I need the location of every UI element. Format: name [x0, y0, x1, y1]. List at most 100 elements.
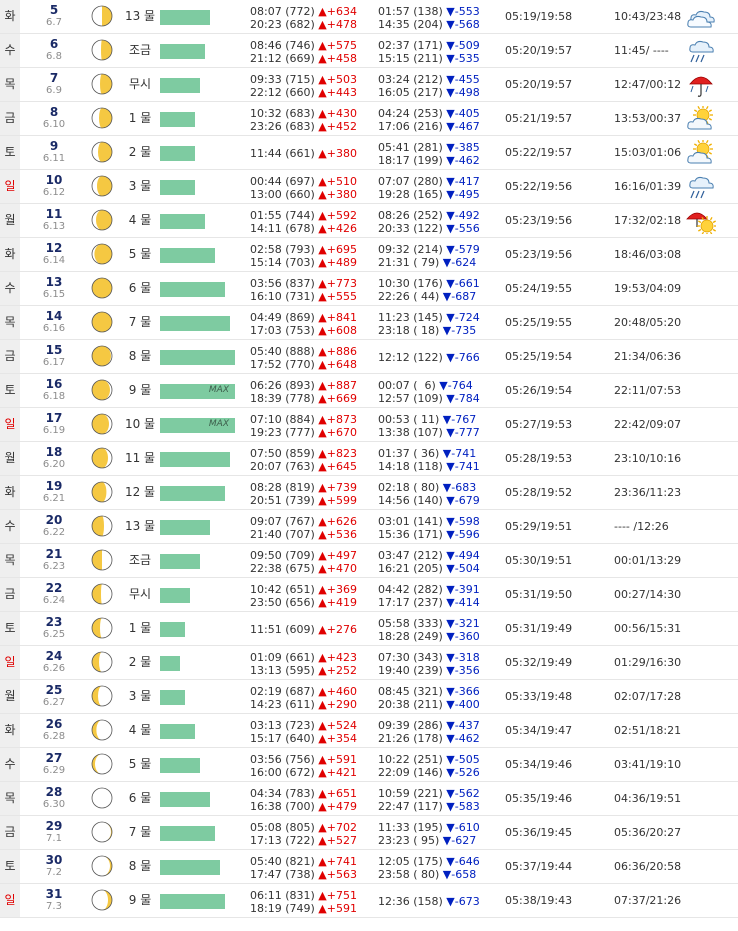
low-tide-2-diff: ▼-583	[446, 800, 480, 813]
date-cell: 14 6.16	[30, 309, 78, 335]
low-tide-1: 12:05 (175)	[378, 855, 447, 868]
date-cell: 12 6.14	[30, 241, 78, 267]
table-row: 수 27 6.29 5 물 03:56 (756) ▲+591 16:00 (6…	[0, 748, 738, 782]
weekday-cell: 일	[0, 170, 20, 203]
low-tide-cell: 10:59 (221) ▼-562 22:47 (117) ▼-583	[378, 787, 480, 813]
high-tide-2-diff: ▲+527	[318, 834, 357, 847]
high-tide-1: 08:07 (772)	[250, 5, 319, 18]
tide-strength-bar: MAX	[160, 418, 235, 433]
high-tide-1-diff: ▲+773	[318, 277, 357, 290]
tide-name: 3 물	[128, 179, 152, 193]
low-tide-1-diff: ▼-366	[446, 685, 480, 698]
date-cell: 20 6.22	[30, 513, 78, 539]
low-tide-1: 11:33 (195)	[378, 821, 447, 834]
tide-strength-bar	[160, 248, 215, 263]
moon-phase-icon	[91, 753, 113, 775]
weekday-cell: 일	[0, 646, 20, 679]
high-tide-2: 17:52 (770)	[250, 358, 319, 371]
high-tide-2-diff: ▲+458	[318, 52, 357, 65]
weekday-cell: 금	[0, 816, 20, 849]
low-tide-1: 02:37 (171)	[378, 39, 447, 52]
weekday-cell: 목	[0, 782, 20, 815]
date-cell: 30 7.2	[30, 853, 78, 879]
table-row: 토 30 7.2 8 물 05:40 (821) ▲+741 17:47 (73…	[0, 850, 738, 884]
high-tide-1-diff: ▲+841	[318, 311, 357, 324]
high-tide-cell: 02:19 (687) ▲+460 14:23 (611) ▲+290	[250, 685, 357, 711]
sunrise-sunset: 05:32/19:49	[505, 656, 573, 669]
low-tide-cell: 08:26 (252) ▼-492 20:33 (122) ▼-556	[378, 209, 480, 235]
tide-name: 6 물	[128, 281, 152, 295]
solar-date: 13	[45, 275, 63, 289]
table-row: 월 18 6.20 11 물 07:50 (859) ▲+823 20:07 (…	[0, 442, 738, 476]
low-tide-2-diff: ▼-556	[446, 222, 480, 235]
high-tide-1: 10:32 (683)	[250, 107, 319, 120]
moon-phase-icon	[91, 107, 113, 129]
solar-date: 22	[45, 581, 63, 595]
tide-strength-bar	[160, 826, 215, 841]
solar-date: 7	[49, 71, 59, 85]
low-tide-1-diff: ▼-683	[442, 481, 477, 494]
high-tide-1: 06:11 (831)	[250, 889, 319, 902]
high-tide-2: 18:39 (778)	[250, 392, 319, 405]
low-tide-cell: 04:42 (282) ▼-391 17:17 (237) ▼-414	[378, 583, 480, 609]
low-tide-2-diff: ▼-535	[446, 52, 480, 65]
high-tide-1-diff: ▲+510	[318, 175, 357, 188]
high-tide-1-diff: ▲+695	[318, 243, 357, 256]
sun-cloud-icon	[686, 139, 716, 166]
high-tide-2-diff: ▲+591	[318, 902, 357, 915]
low-tide-1: 10:59 (221)	[378, 787, 447, 800]
moon-phase-icon	[91, 583, 113, 605]
table-row: 월 11 6.13 4 물 01:55 (744) ▲+592 14:11 (6…	[0, 204, 738, 238]
low-tide-2: 23:23 ( 95)	[378, 834, 443, 847]
sunrise-sunset: 05:37/19:44	[505, 860, 573, 873]
date-cell: 25 6.27	[30, 683, 78, 709]
high-tide-2: 17:47 (738)	[250, 868, 319, 881]
low-tide-cell: 05:58 (333) ▼-321 18:28 (249) ▼-360	[378, 617, 480, 643]
weekday-cell: 일	[0, 408, 20, 441]
tide-strength-bar	[160, 690, 185, 705]
tide-strength-bar	[160, 486, 225, 501]
low-tide-2: 22:09 (146)	[378, 766, 447, 779]
high-tide-2-diff: ▲+252	[318, 664, 357, 677]
tide-strength-bar	[160, 146, 195, 161]
moonrise-moonset: 13:53/00:37	[614, 112, 682, 125]
low-tide-2: 14:18 (118)	[378, 460, 447, 473]
tide-name: 10 물	[124, 417, 156, 431]
low-tide-1-diff: ▼-417	[446, 175, 480, 188]
low-tide-cell: 12:36 (158) ▼-673	[378, 895, 480, 908]
high-tide-2: 17:13 (722)	[250, 834, 319, 847]
umbrella-icon	[686, 72, 716, 98]
solar-date: 11	[45, 207, 63, 221]
low-tide-cell: 02:37 (171) ▼-509 15:15 (211) ▼-535	[378, 39, 480, 65]
sunrise-sunset: 05:28/19:53	[505, 452, 573, 465]
tide-strength-bar: MAX	[160, 384, 235, 399]
high-tide-2: 16:38 (700)	[250, 800, 319, 813]
low-tide-1-diff: ▼-724	[446, 311, 480, 324]
moon-phase-icon	[91, 481, 113, 503]
low-tide-1: 05:58 (333)	[378, 617, 447, 630]
high-tide-1: 05:08 (805)	[250, 821, 319, 834]
high-tide-cell: 06:26 (893) ▲+887 18:39 (778) ▲+669	[250, 379, 357, 405]
low-tide-cell: 03:24 (212) ▼-455 16:05 (217) ▼-498	[378, 73, 480, 99]
lunar-date: 6.10	[42, 119, 66, 130]
low-tide-1-diff: ▼-509	[446, 39, 480, 52]
low-tide-cell: 11:33 (195) ▼-610 23:23 ( 95) ▼-627	[378, 821, 480, 847]
sunrise-sunset: 05:29/19:51	[505, 520, 573, 533]
high-tide-2: 18:19 (749)	[250, 902, 319, 915]
high-tide-2-diff: ▲+669	[318, 392, 357, 405]
high-tide-cell: 04:34 (783) ▲+651 16:38 (700) ▲+479	[250, 787, 357, 813]
moonrise-moonset: 16:16/01:39	[614, 180, 682, 193]
moon-phase-icon	[91, 243, 113, 265]
high-tide-1-diff: ▲+626	[318, 515, 357, 528]
high-tide-cell: 05:40 (821) ▲+741 17:47 (738) ▲+563	[250, 855, 357, 881]
low-tide-1-diff: ▼-492	[446, 209, 480, 222]
weekday-cell: 토	[0, 374, 20, 407]
high-tide-1-diff: ▲+591	[318, 753, 357, 766]
high-tide-1-diff: ▲+634	[318, 5, 357, 18]
low-tide-2: 20:38 (211)	[378, 698, 447, 711]
tide-strength-bar	[160, 452, 230, 467]
moonrise-moonset: 10:43/23:48	[614, 10, 682, 23]
tide-strength-bar	[160, 282, 225, 297]
low-tide-2: 22:26 ( 44)	[378, 290, 443, 303]
solar-date: 10	[45, 173, 63, 187]
